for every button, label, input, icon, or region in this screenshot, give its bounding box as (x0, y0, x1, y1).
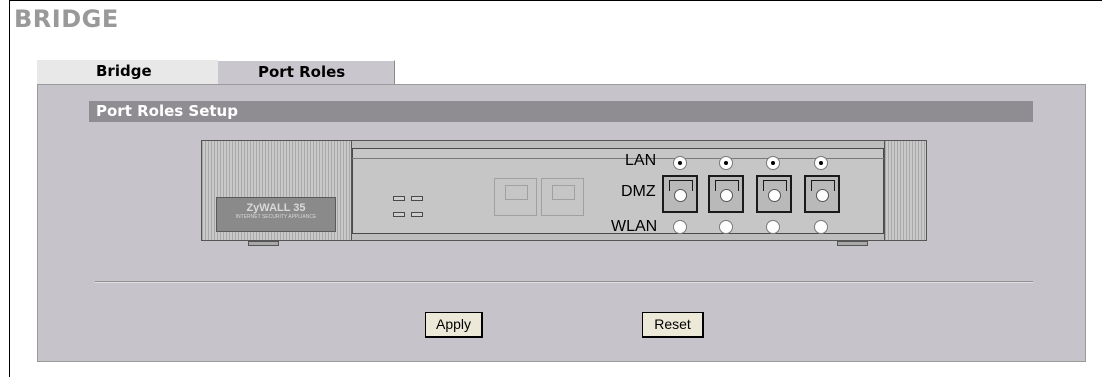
device-logo-subtext: INTERNET SECURITY APPLIANCE (235, 214, 317, 220)
device-foot-left (248, 241, 279, 246)
device-panel-line (352, 158, 884, 159)
dmz-port-3[interactable] (756, 175, 792, 213)
wlan-radio-port-2[interactable] (719, 220, 733, 234)
dmz-port-1[interactable] (662, 175, 698, 213)
lan-radio-port-2[interactable] (719, 156, 733, 170)
apply-button[interactable]: Apply (425, 312, 483, 338)
led-indicator (393, 212, 405, 217)
lan-radio-port-3[interactable] (766, 156, 780, 170)
role-label-wlan: WLAN (611, 218, 658, 235)
dmz-port-4[interactable] (804, 175, 840, 213)
device-foot-right (837, 241, 868, 246)
dmz-radio-port-4[interactable] (816, 189, 829, 202)
wlan-radio-port-3[interactable] (766, 220, 780, 234)
lan-radio-port-4[interactable] (814, 156, 828, 170)
led-indicator (393, 196, 405, 201)
led-indicator (411, 196, 423, 201)
lan-radio-port-1[interactable] (673, 156, 687, 170)
page-title: BRIDGE (14, 5, 119, 33)
tab-port-roles[interactable]: Port Roles (218, 60, 395, 84)
role-label-lan: LAN (625, 152, 657, 169)
frame-left-border (9, 0, 10, 377)
wlan-radio-port-4[interactable] (814, 220, 828, 234)
dmz-radio-port-3[interactable] (768, 189, 781, 202)
frame-top-border (9, 0, 1102, 1)
device-logo-plate: ZyWALL 35 INTERNET SECURITY APPLIANCE (216, 197, 336, 232)
wlan-radio-port-1[interactable] (673, 220, 687, 234)
dmz-radio-port-2[interactable] (720, 189, 733, 202)
section-title: Port Roles Setup (89, 101, 1033, 122)
dmz-port-2[interactable] (708, 175, 744, 213)
device-logo-text: ZyWALL 35 (246, 202, 306, 214)
wan-port-icon (541, 178, 584, 216)
wan-port-icon (494, 178, 537, 216)
tab-bridge[interactable]: Bridge (37, 60, 218, 84)
reset-button[interactable]: Reset (642, 312, 704, 338)
dmz-radio-port-1[interactable] (674, 189, 687, 202)
divider-highlight (95, 282, 1033, 283)
device-right-grille (884, 140, 927, 241)
role-label-dmz: DMZ (621, 183, 656, 200)
led-indicator (411, 212, 423, 217)
